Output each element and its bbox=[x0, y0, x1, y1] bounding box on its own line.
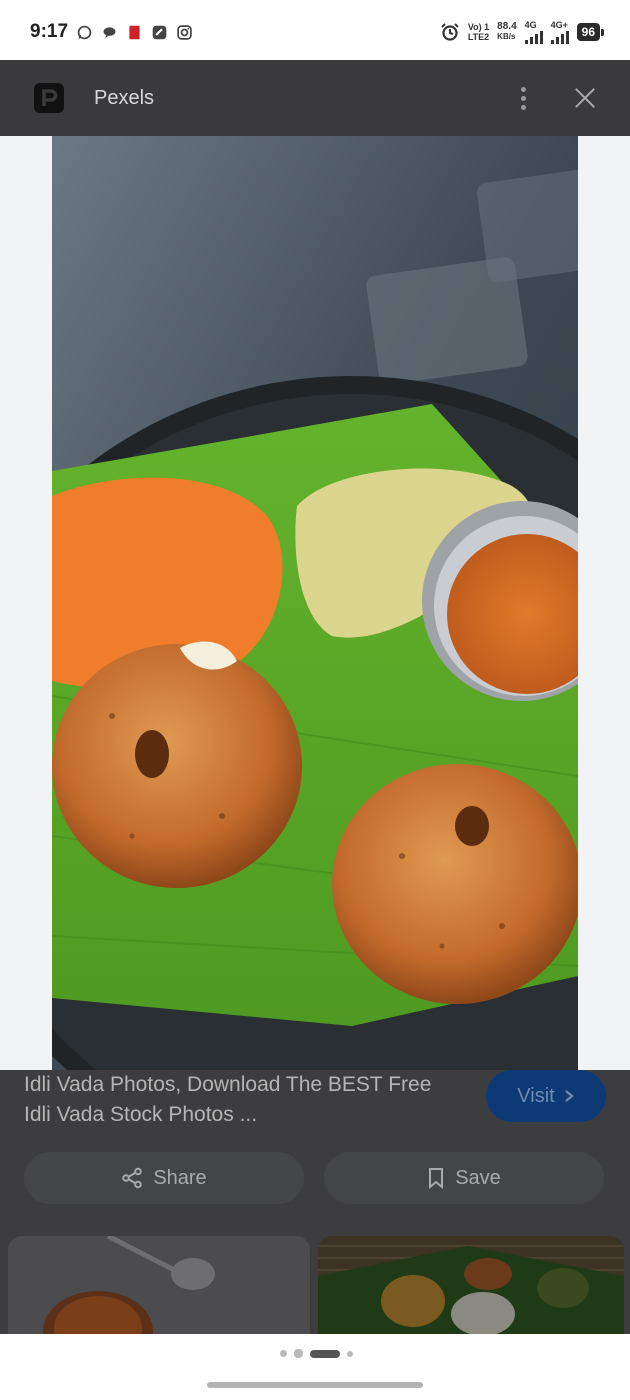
data-speed: 88.4 KB/s bbox=[497, 22, 516, 42]
pexels-p-icon bbox=[42, 89, 58, 106]
bottom-bar bbox=[0, 1334, 630, 1400]
chat-bubble-icon bbox=[103, 26, 116, 38]
speed-unit: KB/s bbox=[497, 32, 516, 41]
speed-value: 88.4 bbox=[497, 21, 517, 32]
chevron-right-icon bbox=[564, 1090, 574, 1102]
red-app-icon bbox=[129, 25, 140, 39]
system-status: Vo) 1 LTE2 88.4 KB/s 4G 4G+ 96 bbox=[440, 20, 605, 44]
network1-label: 4G bbox=[524, 20, 537, 30]
status-time: 9:17 bbox=[30, 21, 69, 42]
header-actions bbox=[521, 86, 596, 110]
curry-bowl-thumb-icon bbox=[8, 1236, 310, 1334]
signal-bars-2-icon bbox=[550, 30, 569, 44]
save-label: Save bbox=[455, 1166, 501, 1189]
bookmark-icon bbox=[429, 1168, 444, 1189]
network2-label: 4G+ bbox=[550, 20, 568, 30]
related-image-thumbnail[interactable] bbox=[8, 1236, 310, 1334]
close-icon[interactable] bbox=[574, 87, 596, 109]
carrier-line1: Vo) 1 bbox=[467, 22, 490, 32]
signal-1: 4G bbox=[524, 20, 543, 44]
home-indicator[interactable] bbox=[207, 1382, 423, 1388]
carrier-line2: LTE2 bbox=[467, 32, 490, 42]
share-label: Share bbox=[153, 1166, 207, 1189]
battery-indicator: 96 bbox=[576, 23, 605, 41]
status-bar: 9:17 Vo) 1 LTE2 88.4 KB/s 4G 4G+ 96 bbox=[0, 0, 630, 64]
result-title[interactable]: Idli Vada Photos, Download The BEST Free… bbox=[24, 1070, 464, 1130]
page-dot[interactable] bbox=[294, 1349, 303, 1358]
related-image-thumbnail[interactable] bbox=[318, 1236, 624, 1334]
share-icon bbox=[122, 1167, 143, 1189]
image-viewer bbox=[0, 136, 630, 1070]
idli-plate-thumb-icon bbox=[318, 1236, 624, 1334]
link-app-icon bbox=[152, 25, 167, 39]
app-header: Pexels bbox=[0, 60, 630, 136]
food-photo[interactable] bbox=[52, 136, 578, 1070]
volte-indicator: Vo) 1 LTE2 bbox=[468, 22, 489, 42]
pexels-logo bbox=[34, 83, 64, 113]
visit-button[interactable]: Visit bbox=[486, 1070, 606, 1122]
save-button[interactable]: Save bbox=[324, 1152, 604, 1204]
signal-2: 4G+ bbox=[550, 20, 569, 44]
page-dot-active[interactable] bbox=[310, 1349, 340, 1358]
whatsapp-icon bbox=[77, 25, 92, 39]
instagram-icon bbox=[177, 24, 192, 40]
page-dot[interactable] bbox=[280, 1350, 287, 1357]
result-panel: Idli Vada Photos, Download The BEST Free… bbox=[0, 1070, 630, 1334]
visit-label: Visit bbox=[517, 1084, 555, 1107]
header-title: Pexels bbox=[94, 86, 155, 109]
notification-icons bbox=[76, 24, 193, 41]
page-indicator bbox=[280, 1349, 353, 1358]
more-vert-icon[interactable] bbox=[521, 86, 526, 110]
signal-bars-1-icon bbox=[524, 30, 543, 44]
page-dot[interactable] bbox=[347, 1350, 353, 1357]
alarm-icon bbox=[441, 23, 459, 41]
idli-vada-photo-icon bbox=[52, 136, 578, 1070]
share-button[interactable]: Share bbox=[24, 1152, 304, 1204]
